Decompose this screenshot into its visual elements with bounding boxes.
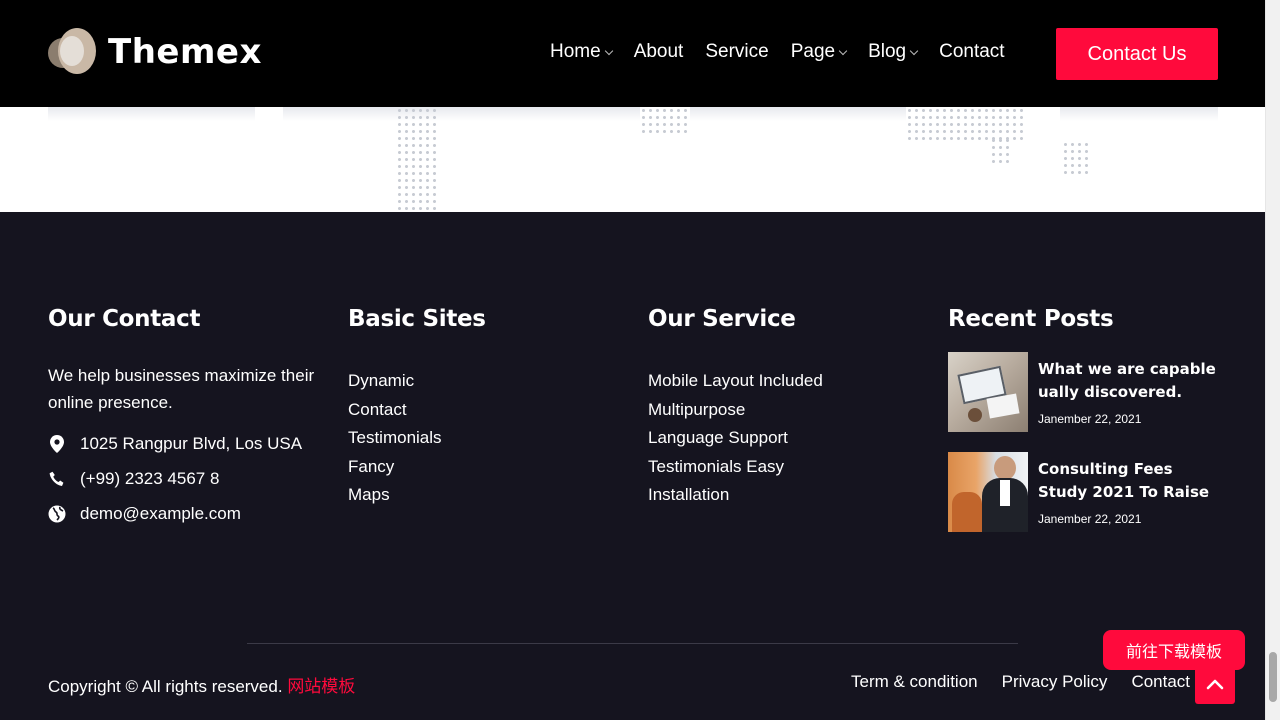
nav-label: Page	[790, 41, 836, 62]
post-body: What we are capable ually discovered. Ja…	[1038, 352, 1218, 432]
phone-row[interactable]: (+99) 2323 4567 8	[48, 469, 328, 489]
world-map-decoration	[0, 107, 1265, 212]
phone-icon	[48, 469, 66, 489]
post-thumbnail[interactable]	[948, 452, 1028, 532]
footer-col-title: Recent Posts	[948, 306, 1114, 332]
address-row: 1025 Rangpur Blvd, Los USA	[48, 434, 328, 454]
post-thumbnail[interactable]	[948, 352, 1028, 432]
logo-mark-icon	[48, 28, 96, 76]
term-condition-link[interactable]: Term & condition	[851, 672, 978, 692]
nav-label: Blog	[868, 41, 907, 62]
footer-col-title: Our Contact	[48, 306, 201, 332]
address-text: 1025 Rangpur Blvd, Los USA	[80, 434, 303, 453]
footer-col-title: Basic Sites	[348, 306, 486, 332]
phone-text: (+99) 2323 4567 8	[80, 469, 220, 488]
nav-item-home[interactable]: Home	[550, 41, 613, 63]
brand-name: Themex	[108, 32, 262, 72]
footer-col-contact: Our Contact We help businesses maximize …	[48, 306, 328, 524]
site-header: Themex Home About Service Page Blog Cont…	[0, 0, 1265, 107]
email-row[interactable]: demo@example.com	[48, 504, 328, 524]
contact-link[interactable]: Contact	[1131, 672, 1190, 692]
footer-divider	[247, 643, 1018, 644]
post-date: Janember 22, 2021	[1038, 412, 1142, 426]
nav-label: Home	[550, 41, 601, 62]
nav-label: About	[633, 41, 684, 62]
footer-bottom-links: Term & condition Privacy Policy Contact	[851, 672, 1214, 692]
recent-post[interactable]: Consulting Fees Study 2021 To Raise Jane…	[948, 452, 1218, 532]
recent-post[interactable]: What we are capable ually discovered. Ja…	[948, 352, 1218, 432]
main-nav: Home About Service Page Blog Contact	[550, 41, 1027, 63]
privacy-policy-link[interactable]: Privacy Policy	[1002, 672, 1108, 692]
footer-col-basic-sites: Basic Sites Dynamic Contact Testimonials…	[348, 306, 486, 514]
copyright-link[interactable]: 网站模板	[287, 677, 355, 696]
contact-us-button[interactable]: Contact Us	[1056, 28, 1218, 80]
chevron-down-icon	[909, 46, 919, 55]
scrollbar-thumb[interactable]	[1269, 652, 1277, 702]
location-pin-icon	[48, 434, 66, 454]
nav-item-service[interactable]: Service	[705, 41, 768, 63]
footer-col-recent-posts: Recent Posts What we are capable ually d…	[948, 306, 1218, 532]
our-service-list: Mobile Layout Included Multipurpose Lang…	[648, 362, 823, 514]
site-footer: Our Contact We help businesses maximize …	[0, 212, 1265, 720]
page-scrollbar[interactable]	[1265, 0, 1280, 720]
email-text: demo@example.com	[80, 504, 241, 523]
chevron-down-icon	[604, 46, 613, 55]
post-body: Consulting Fees Study 2021 To Raise Jane…	[1038, 452, 1218, 532]
nav-item-about[interactable]: About	[634, 41, 684, 63]
nav-item-contact[interactable]: Contact	[939, 41, 1004, 63]
nav-item-page[interactable]: Page	[790, 41, 848, 63]
scroll-to-top-button[interactable]	[1195, 664, 1235, 704]
footer-link[interactable]: Maps	[348, 476, 486, 514]
nav-item-blog[interactable]: Blog	[868, 41, 919, 63]
post-title[interactable]: What we are capable ually discovered.	[1038, 358, 1218, 404]
footer-col-title: Our Service	[648, 306, 796, 332]
footer-col-our-service: Our Service Mobile Layout Included Multi…	[648, 306, 823, 514]
nav-label: Service	[705, 41, 769, 62]
chevron-up-icon	[1206, 679, 1224, 690]
site-logo[interactable]: Themex	[48, 28, 262, 76]
chevron-down-icon	[838, 46, 848, 55]
post-date: Janember 22, 2021	[1038, 512, 1142, 526]
copyright: Copyright © All rights reserved. 网站模板	[48, 672, 355, 697]
globe-icon	[48, 504, 66, 524]
footer-description: We help businesses maximize their online…	[48, 366, 315, 412]
copyright-text: Copyright © All rights reserved.	[48, 677, 283, 696]
basic-sites-list: Dynamic Contact Testimonials Fancy Maps	[348, 362, 486, 514]
post-title[interactable]: Consulting Fees Study 2021 To Raise	[1038, 458, 1218, 504]
nav-label: Contact	[939, 41, 1005, 62]
